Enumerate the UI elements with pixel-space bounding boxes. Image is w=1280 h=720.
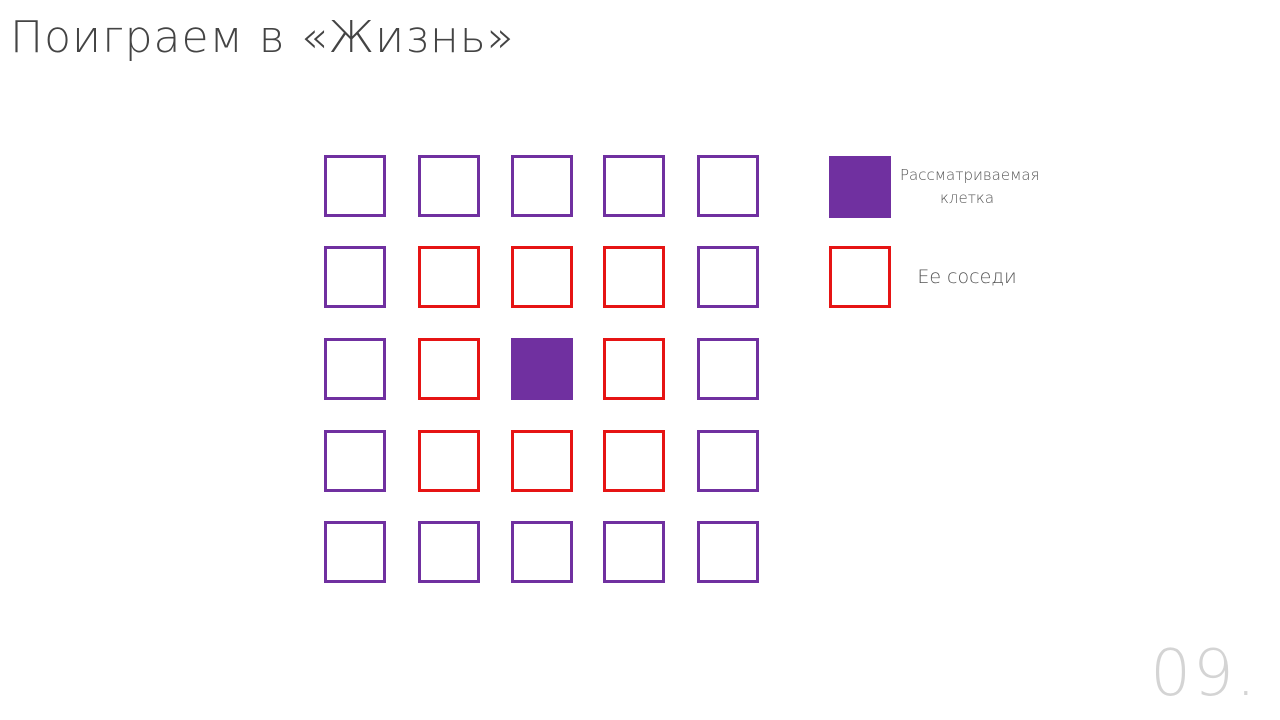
slide-title: Поиграем в «Жизнь» — [10, 12, 515, 63]
grid-cell — [697, 246, 759, 308]
grid-cell — [324, 338, 386, 400]
grid-cell — [324, 430, 386, 492]
grid-cell-neighbor — [603, 338, 665, 400]
legend-current-label: Рассматриваемая клетка — [900, 166, 1040, 207]
legend-current-swatch — [829, 156, 891, 218]
grid-cell-neighbor — [418, 430, 480, 492]
grid-cell — [697, 521, 759, 583]
legend-neighbor-label: Ее соседи — [917, 266, 1017, 288]
grid-cell-neighbor — [511, 430, 573, 492]
grid-cell-neighbor — [511, 246, 573, 308]
grid-cell-neighbor — [603, 246, 665, 308]
grid-cell — [697, 338, 759, 400]
grid-cell — [511, 155, 573, 217]
grid-cell — [418, 521, 480, 583]
grid-cell-neighbor — [418, 338, 480, 400]
grid-cell — [697, 155, 759, 217]
legend-neighbor-swatch — [829, 246, 891, 308]
grid-cell — [603, 521, 665, 583]
grid-cell — [697, 430, 759, 492]
grid-cell — [324, 246, 386, 308]
grid-cell-current — [511, 338, 573, 400]
page-number: 09. — [1150, 637, 1258, 711]
grid-cell — [324, 521, 386, 583]
grid-cell — [418, 155, 480, 217]
grid-cell-neighbor — [418, 246, 480, 308]
grid-cell — [324, 155, 386, 217]
grid-cell — [603, 155, 665, 217]
grid-cell — [511, 521, 573, 583]
grid-cell-neighbor — [603, 430, 665, 492]
